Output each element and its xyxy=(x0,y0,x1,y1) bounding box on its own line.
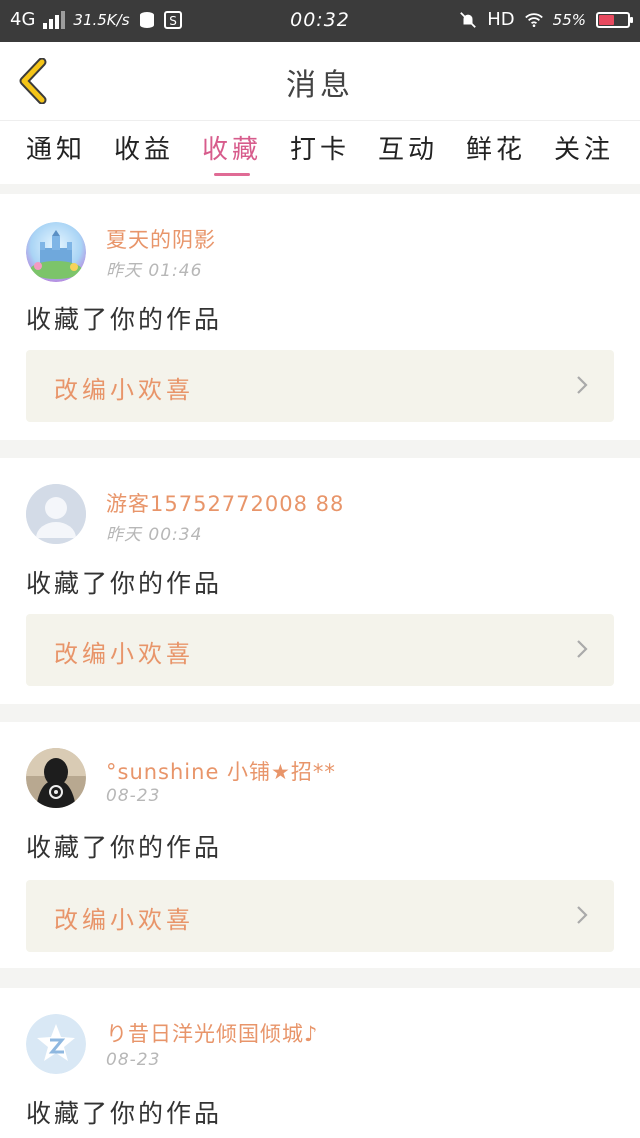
work-link[interactable]: 改编小欢喜 xyxy=(26,614,614,686)
username[interactable]: 夏天的阴影 xyxy=(106,224,216,254)
message-card: 游客15752772008 88 昨天 00:34 收藏了你的作品 改编小欢喜 xyxy=(0,458,640,704)
mute-icon xyxy=(459,11,477,29)
work-title: 改编小欢喜 xyxy=(54,640,194,668)
timestamp: 08-23 xyxy=(106,786,161,806)
page-title: 消息 xyxy=(286,68,354,103)
nav-header: 消息 xyxy=(0,42,640,120)
chevron-right-icon xyxy=(577,640,588,658)
tab-flowers[interactable]: 鲜花 xyxy=(456,129,536,166)
category-tabs: 通知 收益 收藏 打卡 互动 鲜花 关注 xyxy=(0,120,640,184)
avatar[interactable] xyxy=(26,222,86,282)
tab-notifications[interactable]: 通知 xyxy=(16,129,96,166)
timestamp: 昨天 00:34 xyxy=(106,525,203,545)
work-title: 改编小欢喜 xyxy=(54,376,194,404)
wifi-icon xyxy=(524,11,543,29)
message-card: り昔日洋光倾国倾城♪ 08-23 收藏了你的作品 xyxy=(0,988,640,1138)
username[interactable]: 游客15752772008 88 xyxy=(106,488,344,518)
timestamp: 08-23 xyxy=(106,1050,161,1070)
avatar[interactable] xyxy=(26,484,86,544)
work-link[interactable]: 改编小欢喜 xyxy=(26,350,614,422)
message-text: 收藏了你的作品 xyxy=(26,1099,223,1128)
avatar[interactable] xyxy=(26,1014,86,1074)
message-text: 收藏了你的作品 xyxy=(26,569,223,598)
battery-percent: 55% xyxy=(552,10,586,29)
hd-label: HD xyxy=(487,9,515,30)
tab-checkin[interactable]: 打卡 xyxy=(280,129,360,166)
message-text: 收藏了你的作品 xyxy=(26,833,223,862)
chevron-right-icon xyxy=(577,906,588,924)
tab-interactions[interactable]: 互动 xyxy=(368,129,448,166)
message-card: 夏天的阴影 昨天 01:46 收藏了你的作品 改编小欢喜 xyxy=(0,194,640,440)
status-bar: 4G 31.5K/s S 00:32 HD 55% xyxy=(0,0,640,42)
timestamp: 昨天 01:46 xyxy=(106,261,203,281)
username[interactable]: り昔日洋光倾国倾城♪ xyxy=(106,1018,318,1048)
message-text: 收藏了你的作品 xyxy=(26,305,223,334)
active-tab-indicator xyxy=(214,173,250,176)
username[interactable]: °sunshine 小铺★招** xyxy=(106,756,336,786)
tab-favorites[interactable]: 收藏 xyxy=(192,129,272,166)
avatar[interactable] xyxy=(26,748,86,808)
message-card: °sunshine 小铺★招** 08-23 收藏了你的作品 改编小欢喜 xyxy=(0,722,640,968)
chevron-right-icon xyxy=(577,376,588,394)
tab-following[interactable]: 关注 xyxy=(544,129,624,166)
work-title: 改编小欢喜 xyxy=(54,906,194,934)
work-link[interactable]: 改编小欢喜 xyxy=(26,880,614,952)
battery-icon xyxy=(596,11,633,28)
tab-earnings[interactable]: 收益 xyxy=(104,129,184,166)
